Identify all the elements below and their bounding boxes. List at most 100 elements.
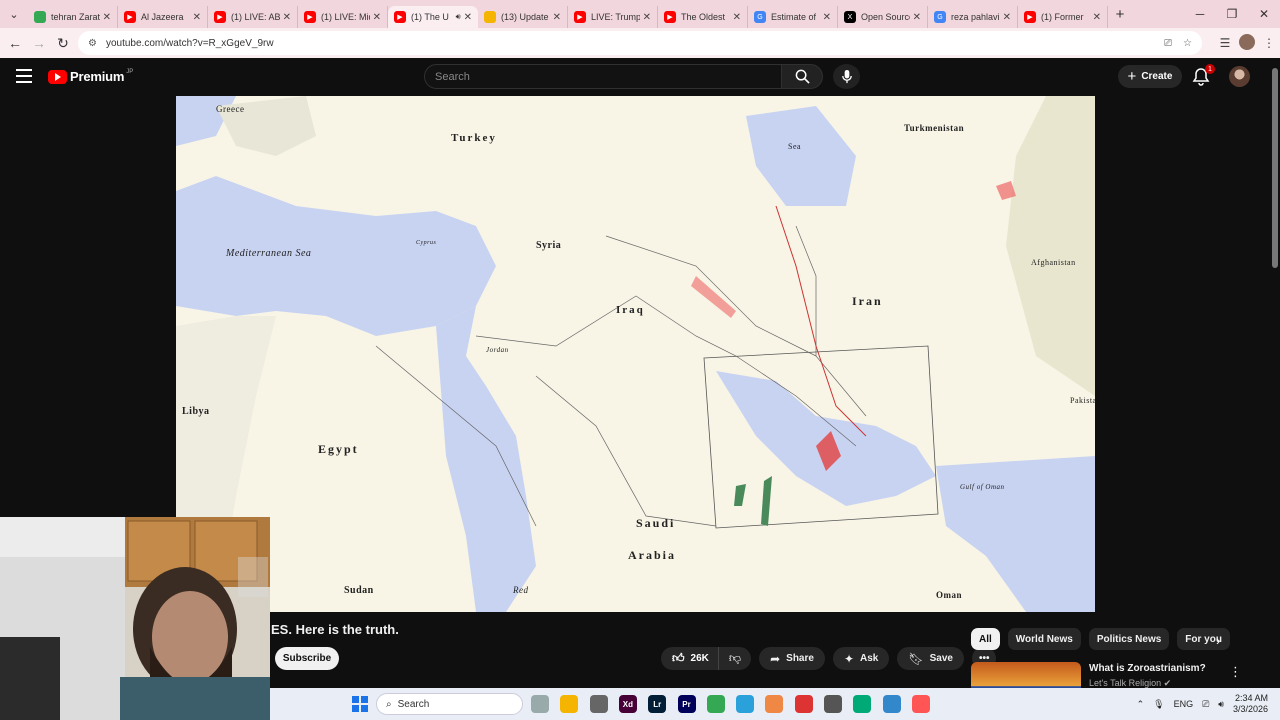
browser-tab[interactable]: (13) Update ✕ bbox=[478, 6, 568, 28]
filter-chip[interactable]: World News bbox=[1007, 628, 1081, 650]
profile-avatar[interactable] bbox=[1236, 33, 1258, 53]
youtube-icon: ▶ bbox=[394, 11, 406, 23]
tab-close-icon[interactable]: ✕ bbox=[643, 12, 651, 23]
network-icon[interactable]: ⎚ bbox=[1202, 699, 1209, 710]
audio-playing-icon[interactable]: 🔊︎ bbox=[456, 12, 461, 22]
more-vertical-icon[interactable]: ⋮ bbox=[1229, 664, 1242, 680]
tab-close-icon[interactable]: ✕ bbox=[733, 12, 741, 23]
photos-icon[interactable] bbox=[882, 695, 901, 713]
dislike-button[interactable]: 👎︎ bbox=[719, 647, 751, 670]
search-input[interactable]: Search bbox=[424, 64, 782, 89]
tab-close-icon[interactable]: ✕ bbox=[553, 12, 561, 23]
bookmark-star-icon[interactable]: ☆ bbox=[1183, 38, 1192, 49]
verified-icon: ✔ bbox=[1163, 678, 1172, 688]
tab-close-icon[interactable]: ✕ bbox=[913, 12, 921, 23]
voice-search-button[interactable] bbox=[833, 64, 860, 89]
menu-icon[interactable] bbox=[16, 69, 32, 83]
webcam-image bbox=[0, 517, 270, 720]
account-avatar[interactable] bbox=[1229, 66, 1250, 87]
browser-tab[interactable]: X Open Source ✕ bbox=[838, 6, 928, 28]
install-icon[interactable]: ⎚ bbox=[1164, 38, 1172, 49]
browser-tab[interactable]: ▶ (1) The U 🔊︎ ✕ bbox=[388, 6, 478, 28]
chrome-icon[interactable] bbox=[706, 695, 725, 713]
save-button[interactable]: 🔖︎ Save bbox=[897, 647, 964, 670]
browser-tab[interactable]: ▶ The Oldest ✕ bbox=[658, 6, 748, 28]
adobe-xd-icon[interactable]: Xd bbox=[618, 695, 637, 713]
map-label: Afghanistan bbox=[1031, 258, 1076, 267]
tab-close-icon[interactable]: ✕ bbox=[1003, 12, 1011, 23]
task-view-icon[interactable] bbox=[531, 695, 549, 713]
filter-chip[interactable]: For you bbox=[1177, 628, 1230, 650]
browser-tab[interactable]: ▶ (1) LIVE: Mid ✕ bbox=[298, 6, 388, 28]
chatgpt-icon[interactable] bbox=[824, 695, 842, 713]
recommended-video[interactable]: What is Zoroastrianism? Let's Talk Relig… bbox=[971, 662, 1271, 688]
window-icon[interactable] bbox=[589, 695, 608, 713]
telegram-icon[interactable] bbox=[736, 695, 755, 713]
map-label: Pakistan bbox=[1070, 396, 1095, 405]
tab-close-icon[interactable]: ✕ bbox=[373, 12, 381, 23]
browser-tab[interactable]: ▶ (1) Former ✕ bbox=[1018, 6, 1108, 28]
video-title: ES. Here is the truth. bbox=[271, 622, 399, 637]
site-info-icon[interactable]: ⚙ bbox=[88, 38, 97, 49]
chevron-up-icon[interactable]: ⌃ bbox=[1137, 699, 1145, 710]
app-icon[interactable] bbox=[765, 695, 784, 713]
reload-icon[interactable]: ↻ bbox=[51, 35, 75, 52]
back-icon[interactable]: ← bbox=[3, 35, 27, 51]
windows-start-icon[interactable] bbox=[352, 696, 368, 712]
tab-close-icon[interactable]: ✕ bbox=[464, 12, 472, 23]
browser-tab[interactable]: G Estimate of ✕ bbox=[748, 6, 838, 28]
address-bar[interactable]: ⚙ youtube.com/watch?v=R_xGgeV_9rw ⎚ ☆ bbox=[78, 31, 1202, 55]
microphone-icon[interactable]: 🎙︎ bbox=[1153, 699, 1164, 710]
language-indicator[interactable]: ENG bbox=[1174, 699, 1194, 709]
logo-region: JP bbox=[126, 69, 134, 75]
page-scrollbar[interactable] bbox=[1270, 58, 1280, 688]
search-button[interactable] bbox=[781, 64, 823, 89]
browser-tab[interactable]: ▶ LIVE: Trump ✕ bbox=[568, 6, 658, 28]
new-tab-button[interactable]: + bbox=[1108, 6, 1132, 23]
notifications-button[interactable]: 1 bbox=[1192, 64, 1215, 87]
brave-icon[interactable] bbox=[911, 695, 930, 713]
lightroom-icon[interactable]: Lr bbox=[648, 695, 667, 713]
recommended-title[interactable]: What is Zoroastrianism? bbox=[1089, 663, 1206, 674]
maximize-icon[interactable]: ❐ bbox=[1216, 0, 1248, 28]
edge-icon[interactable] bbox=[853, 695, 872, 713]
map-label: Syria bbox=[536, 240, 562, 251]
browser-tab[interactable]: tehran Zarat ✕ bbox=[28, 6, 118, 28]
create-button[interactable]: + Create bbox=[1118, 65, 1182, 88]
tab-close-icon[interactable]: ✕ bbox=[1093, 12, 1101, 23]
video-player[interactable]: Greece Turkey Turkmenistan Sea Syria Mediterr… bbox=[176, 96, 1095, 612]
acrobat-icon[interactable] bbox=[794, 695, 813, 713]
volume-icon[interactable]: 🔊︎ bbox=[1218, 699, 1224, 710]
clock[interactable]: 2:34 AM 3/3/2026 bbox=[1233, 693, 1268, 715]
filter-chip[interactable]: All bbox=[971, 628, 1000, 650]
close-window-icon[interactable]: ✕ bbox=[1248, 0, 1280, 28]
minimize-icon[interactable]: ─ bbox=[1184, 0, 1216, 28]
tab-close-icon[interactable]: ✕ bbox=[103, 12, 111, 23]
tab-close-icon[interactable]: ✕ bbox=[193, 12, 201, 23]
map-label: Turkey bbox=[451, 132, 497, 144]
map-label: Sudan bbox=[344, 585, 374, 596]
taskbar-search[interactable]: ⌕ Search bbox=[376, 693, 523, 715]
ask-button[interactable]: ✦ Ask bbox=[832, 647, 890, 670]
browser-tab[interactable]: Greza pahlavi ✕ bbox=[928, 6, 1018, 28]
browser-tab[interactable]: ▶ Al Jazeera ✕ bbox=[118, 6, 208, 28]
premiere-icon[interactable]: Pr bbox=[677, 695, 696, 713]
subscribe-button[interactable]: Subscribe bbox=[275, 647, 339, 670]
youtube-logo[interactable]: Premium JP bbox=[48, 69, 133, 84]
forward-icon[interactable]: → bbox=[27, 35, 51, 51]
extensions-icon[interactable]: ☰ bbox=[1214, 36, 1236, 50]
tab-close-icon[interactable]: ✕ bbox=[823, 12, 831, 23]
tab-search-icon[interactable]: ⌄ bbox=[0, 0, 28, 28]
browser-tab[interactable]: ▶ (1) LIVE: ABC✕ bbox=[208, 6, 298, 28]
youtube-icon: ▶ bbox=[304, 11, 316, 23]
filter-chip[interactable]: Politics News bbox=[1088, 628, 1170, 650]
file-explorer-icon[interactable] bbox=[560, 695, 579, 713]
chevron-right-icon[interactable]: › bbox=[1216, 633, 1220, 648]
tab-close-icon[interactable]: ✕ bbox=[283, 12, 291, 23]
share-button[interactable]: ➦ Share bbox=[759, 647, 825, 670]
browser-menu-icon[interactable]: ⋮ bbox=[1258, 36, 1280, 50]
video-thumbnail[interactable] bbox=[971, 662, 1081, 688]
create-label: Create bbox=[1141, 71, 1173, 82]
window-controls: ─ ❐ ✕ bbox=[1184, 0, 1280, 28]
like-button[interactable]: 👍︎ 26K bbox=[661, 647, 719, 670]
